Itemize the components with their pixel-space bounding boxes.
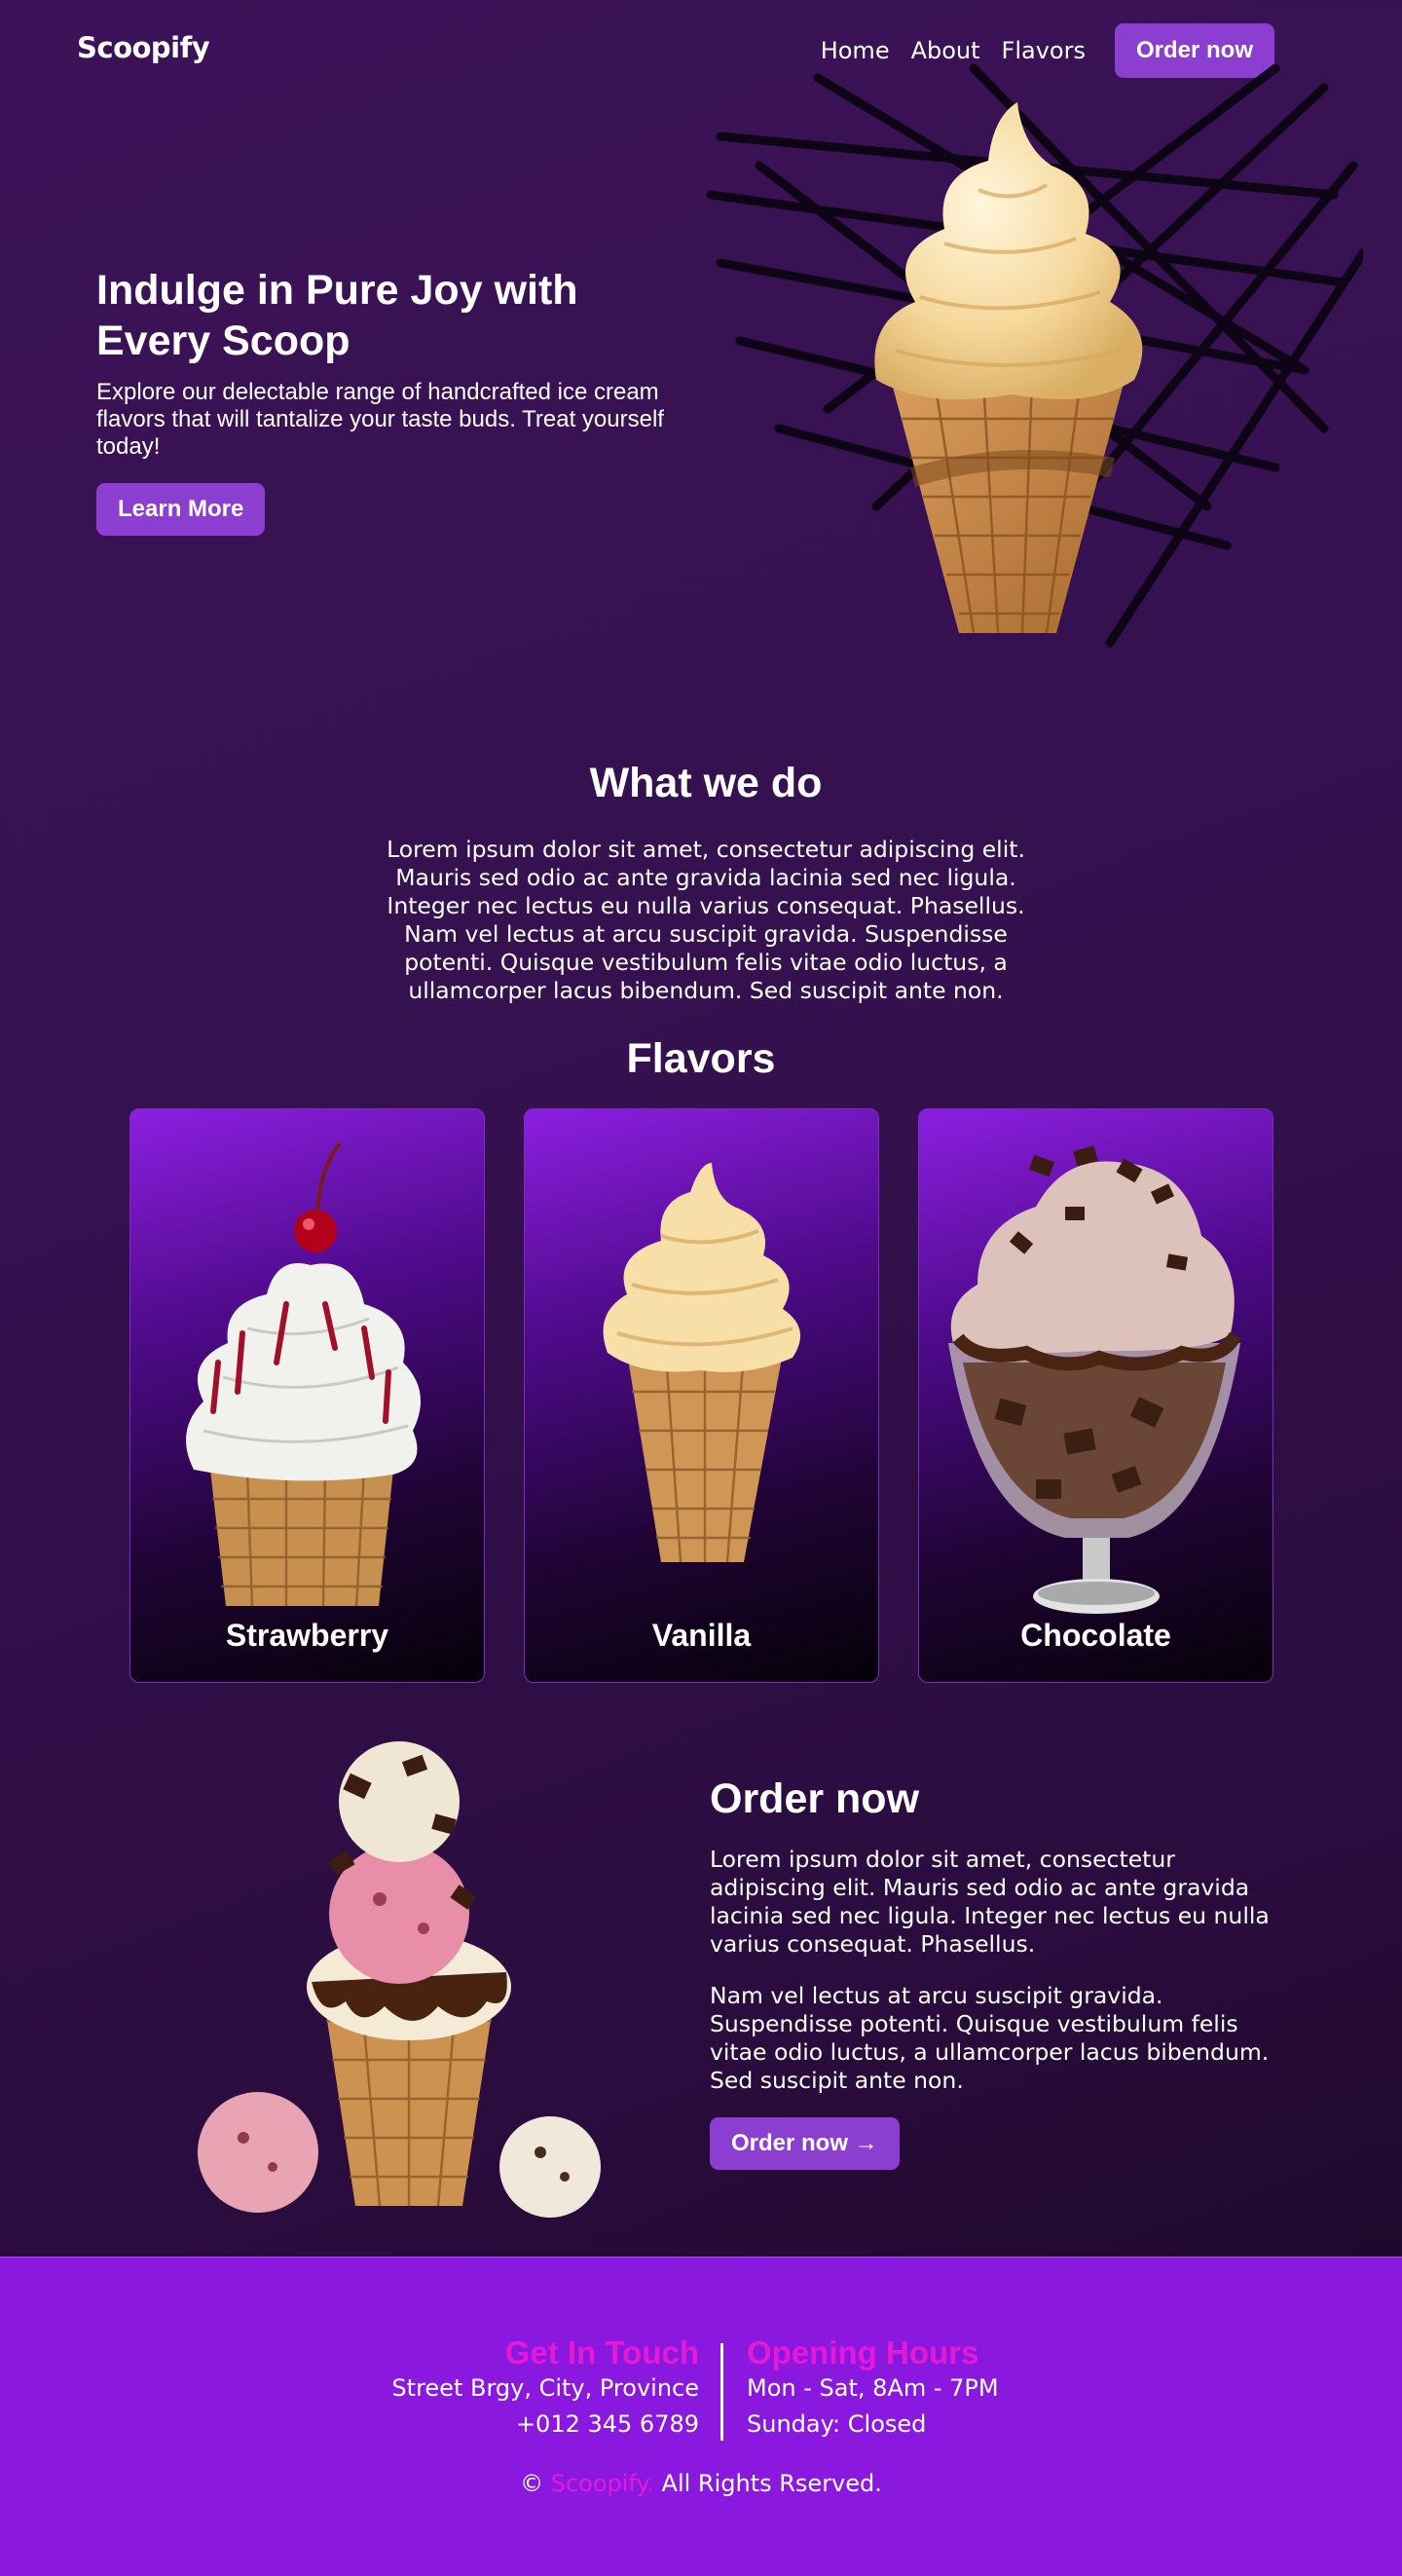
address-text: Street Brgy, City, Province [391, 2374, 699, 2402]
multi-scoop-cone-icon [198, 1741, 601, 2218]
order-now-title: Order now [710, 1775, 920, 1822]
logo[interactable]: Scoopify [77, 31, 210, 64]
weekday-hours-text: Mon - Sat, 8Am - 7PM [747, 2374, 999, 2402]
footer: Get In Touch Street Brgy, City, Province… [0, 2257, 1402, 2576]
copyright-symbol: © [520, 2470, 544, 2497]
order-now-button[interactable]: Order now → [710, 2117, 900, 2170]
flavor-label-vanilla: Vanilla [651, 1618, 752, 1653]
strawberry-sundae-cone-icon [186, 1141, 421, 1607]
phone-text[interactable]: +012 345 6789 [391, 2407, 699, 2443]
opening-hours-section: Opening Hours Mon - Sat, 8Am - 7PM Sunda… [747, 2335, 999, 2443]
hero-subtitle: Explore our delectable range of handcraf… [96, 379, 664, 460]
flavor-label-chocolate: Chocolate [1020, 1618, 1171, 1653]
learn-more-button[interactable]: Learn More [96, 483, 266, 536]
flavor-card-strawberry[interactable]: Strawberry [129, 1108, 485, 1683]
vanilla-cone-with-lattice-icon [706, 63, 1368, 648]
order-paragraph-1: Lorem ipsum dolor sit amet, consectetur … [710, 1846, 1270, 1958]
order-ice-cream-image [175, 1709, 633, 2221]
flavor-card-vanilla[interactable]: Vanilla [524, 1108, 879, 1683]
copyright: © Scoopify. All Rights Rserved. [0, 2470, 1402, 2497]
what-we-do-text: Lorem ipsum dolor sit amet, consectetur … [387, 836, 1025, 1004]
flavor-label-strawberry: Strawberry [225, 1618, 389, 1653]
copyright-text: All Rights Rserved. [661, 2470, 882, 2497]
copyright-brand[interactable]: Scoopify. [551, 2470, 654, 2497]
sunday-hours-text: Sunday: Closed [747, 2410, 927, 2438]
get-in-touch-title: Get In Touch [504, 2334, 699, 2371]
what-we-do-title: What we do [589, 760, 823, 806]
order-paragraph-2: Nam vel lectus at arcu suscipit gravida.… [710, 1982, 1270, 2094]
hero-ice-cream-image [701, 58, 1368, 682]
get-in-touch-section: Get In Touch Street Brgy, City, Province… [391, 2335, 699, 2443]
chocolate-sundae-cup-icon [948, 1145, 1242, 1614]
footer-divider [720, 2343, 723, 2441]
opening-hours-title: Opening Hours [747, 2334, 979, 2371]
hero-title: Indulge in Pure Joy with Every Scoop [96, 267, 578, 364]
vanilla-soft-serve-cone-icon [603, 1163, 800, 1563]
flavor-card-chocolate[interactable]: Chocolate [918, 1108, 1273, 1683]
flavors-title: Flavors [626, 1035, 776, 1082]
